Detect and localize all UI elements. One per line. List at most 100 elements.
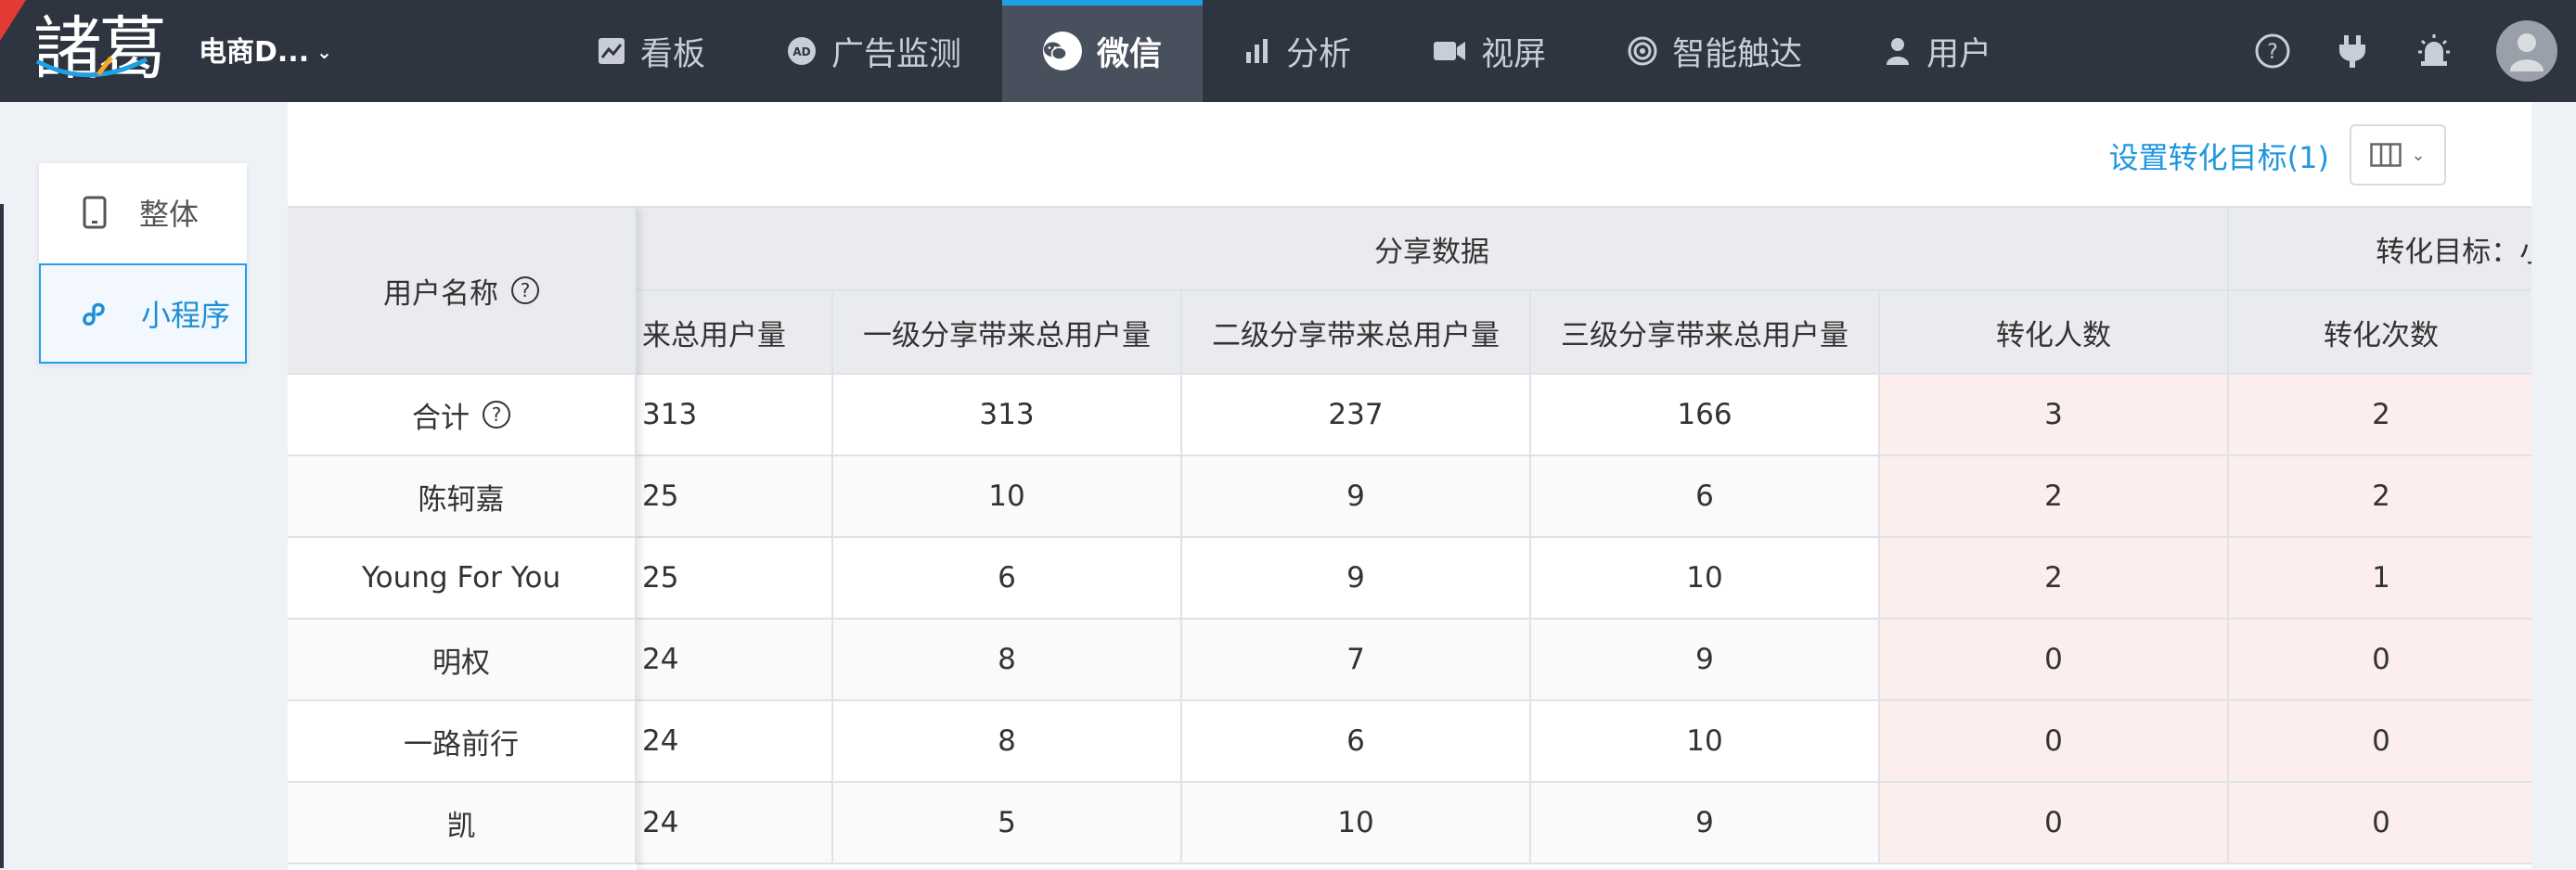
table-row-name: 一路前行 (288, 701, 637, 783)
collapsed-sidebar-edge (0, 204, 4, 868)
alarm-icon[interactable] (2415, 32, 2454, 70)
nav-item-label: 微信 (1097, 35, 1163, 73)
svg-text:?: ? (2267, 41, 2278, 64)
table-cell: 24 (637, 783, 833, 864)
table-cell: 9 (1182, 456, 1531, 538)
group-header-conversion: 转化目标：小程序–付款成功 (2229, 208, 2531, 291)
table-row-name: Young For You (288, 538, 637, 620)
table-cell: 0 (2229, 701, 2531, 783)
sub-menu-item-overall[interactable]: 整体 (39, 163, 247, 262)
sub-menu: 整体 小程序 (39, 163, 247, 364)
help-icon[interactable]: ? (2253, 32, 2292, 70)
main-panel: 设置转化目标(1) ⌄ 分享数据转化目标：小程序–付款成功来总用户量一级分享带来… (288, 102, 2531, 870)
table-cell: 0 (2229, 783, 2531, 864)
ad-icon: AD (788, 37, 817, 65)
table-cell: 10 (1531, 701, 1880, 783)
help-icon[interactable]: ? (511, 276, 539, 304)
mini-program-icon (83, 302, 105, 326)
column-header[interactable]: 转化次数 (2229, 291, 2531, 375)
nav-item-screen[interactable]: 视屏 (1392, 0, 1587, 102)
total-cell: 237 (1182, 375, 1531, 456)
brand-logo[interactable]: 諸葛 (33, 7, 167, 91)
table-cell: 10 (833, 456, 1182, 538)
table-cell: 6 (833, 538, 1182, 620)
corner-badge (0, 0, 26, 41)
table-cell: 6 (1182, 701, 1531, 783)
table-cell: 6 (1531, 456, 1880, 538)
nav-item-analysis[interactable]: 分析 (1203, 0, 1392, 102)
column-header[interactable]: 二级分享带来总用户量 (1182, 291, 1531, 375)
help-icon[interactable]: ? (483, 401, 510, 429)
logo-swoosh-icon (35, 56, 148, 78)
total-cell: 313 (637, 375, 833, 456)
nav-item-label: 智能触达 (1672, 35, 1803, 73)
nav-item-label: 视屏 (1481, 35, 1547, 73)
share-data-table[interactable]: 分享数据转化目标：小程序–付款成功来总用户量一级分享带来总用户量二级分享带来总用… (288, 206, 2531, 870)
columns-icon (2370, 143, 2402, 167)
nav-item-label: 广告监测 (831, 35, 962, 73)
bar-chart-icon (1246, 39, 1269, 63)
table-cell: 8 (833, 620, 1182, 701)
user-name-header-label: 用户名称 (383, 276, 498, 311)
sub-menu-label: 小程序 (141, 298, 231, 333)
top-navigation-bar: 諸葛 电商D... ⌄ 看板 AD 广告监测 微信 分析 视屏 智能触达 用户 … (0, 0, 2576, 102)
set-conversion-goal-link[interactable]: 设置转化目标(1) (2109, 137, 2329, 178)
table-cell: 0 (2229, 620, 2531, 701)
user-icon (1887, 38, 1910, 65)
table-cell: 24 (637, 701, 833, 783)
total-label: 合计 (412, 401, 470, 435)
table-cell: 9 (1182, 538, 1531, 620)
column-header[interactable]: 来总用户量 (637, 291, 833, 375)
column-settings-button[interactable]: ⌄ (2350, 124, 2446, 186)
project-selector[interactable]: 电商D... ⌄ (199, 35, 332, 69)
video-icon (1434, 42, 1466, 60)
sub-menu-label: 整体 (139, 197, 200, 232)
wechat-icon (1043, 32, 1083, 70)
project-name: 电商D... (199, 36, 310, 69)
total-cell: 2 (2229, 375, 2531, 456)
group-header-share: 分享数据 (637, 208, 2229, 291)
nav-item-dashboard[interactable]: 看板 (557, 0, 746, 102)
total-cell: 313 (833, 375, 1182, 456)
phone-icon (83, 196, 107, 229)
nav-item-label: 用户 (1926, 35, 1992, 73)
nav-item-label: 看板 (640, 35, 706, 73)
table-cell: 0 (1880, 701, 2229, 783)
user-name-column-header[interactable]: 用户名称? (288, 208, 637, 375)
table-cell: 5 (833, 783, 1182, 864)
main-nav: 看板 AD 广告监测 微信 分析 视屏 智能触达 用户 (557, 0, 2032, 102)
table-cell: 8 (833, 701, 1182, 783)
chart-icon (599, 38, 625, 64)
table-row-name: 明权 (288, 620, 637, 701)
nav-item-smart-reach[interactable]: 智能触达 (1587, 0, 1843, 102)
svg-text:AD: AD (792, 45, 810, 58)
total-cell: 3 (1880, 375, 2229, 456)
sub-menu-item-mini-program[interactable]: 小程序 (39, 263, 247, 364)
table-row-name: 凯 (288, 783, 637, 864)
nav-item-ad-monitoring[interactable]: AD 广告监测 (746, 0, 1002, 102)
target-icon (1628, 36, 1657, 66)
table-cell: 25 (637, 456, 833, 538)
plug-icon[interactable] (2333, 32, 2372, 70)
column-header[interactable]: 转化人数 (1880, 291, 2229, 375)
table-row-name: 陈轲嘉 (288, 456, 637, 538)
table-cell: 9 (1531, 620, 1880, 701)
nav-item-label: 分析 (1286, 35, 1352, 73)
table-cell: 10 (1182, 783, 1531, 864)
nav-item-wechat[interactable]: 微信 (1002, 0, 1204, 102)
table-cell: 2 (2229, 456, 2531, 538)
table-cell: 9 (1531, 783, 1880, 864)
table-cell: 2 (1880, 456, 2229, 538)
table-fixed-column: 合计? 陈轲嘉 Young For You 明权 一路前行凯 用户名称? (288, 208, 637, 870)
table-cell: 24 (637, 620, 833, 701)
chevron-down-icon: ⌄ (316, 41, 332, 63)
table-cell: 7 (1182, 620, 1531, 701)
nav-item-users[interactable]: 用户 (1843, 0, 2032, 102)
table-cell: 0 (1880, 620, 2229, 701)
column-header[interactable]: 三级分享带来总用户量 (1531, 291, 1880, 375)
table-cell: 10 (1531, 538, 1880, 620)
table-cell: 1 (2229, 538, 2531, 620)
table-cell: 2 (1880, 538, 2229, 620)
avatar-icon[interactable] (2496, 20, 2557, 82)
column-header[interactable]: 一级分享带来总用户量 (833, 291, 1182, 375)
